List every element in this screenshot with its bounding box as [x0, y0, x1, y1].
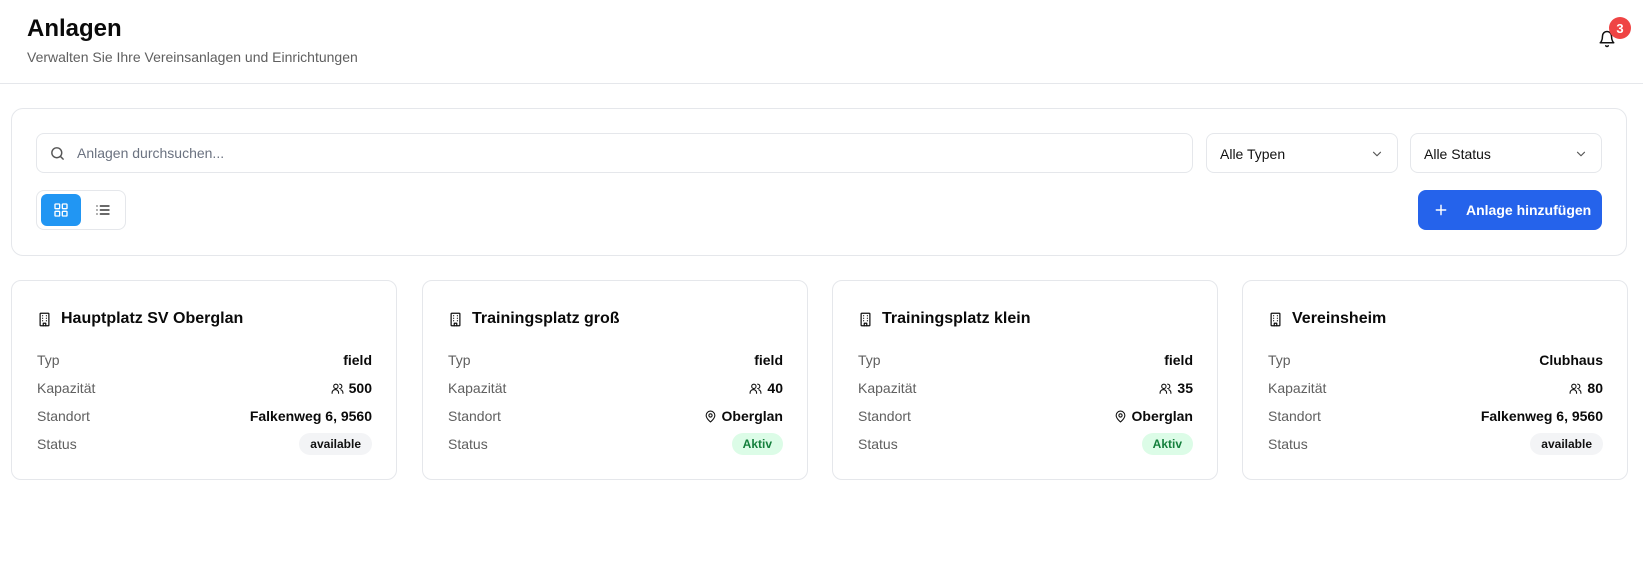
users-icon — [1159, 383, 1172, 394]
type-filter-value: Alle Typen — [1220, 146, 1286, 162]
facility-capacity: 40 — [767, 380, 783, 396]
list-view-button[interactable] — [83, 194, 123, 226]
location-label: Standort — [1268, 408, 1321, 424]
facility-card[interactable]: Hauptplatz SV Oberglan Typ field Kapazitä… — [11, 280, 397, 480]
facility-location: Falkenweg 6, 9560 — [1480, 408, 1603, 424]
search-box[interactable] — [36, 133, 1193, 173]
type-filter-select[interactable]: Alle Typen — [1206, 133, 1398, 173]
map-pin-icon — [1115, 410, 1125, 423]
type-label: Typ — [858, 352, 881, 368]
facility-capacity: 35 — [1177, 380, 1193, 396]
search-input[interactable] — [77, 134, 1177, 172]
facility-card[interactable]: Trainingsplatz groß Typ field Kapazität 40… — [422, 280, 808, 480]
capacity-label: Kapazität — [37, 380, 96, 396]
status-label: Status — [448, 436, 488, 452]
capacity-label: Kapazität — [1268, 380, 1327, 396]
facility-type: field — [1164, 352, 1193, 368]
page-header: Anlagen Verwalten Sie Ihre Vereinsanlage… — [0, 0, 1643, 84]
grid-icon — [54, 203, 68, 217]
capacity-label: Kapazität — [858, 380, 917, 396]
chevron-down-icon — [1576, 151, 1586, 157]
notification-count-badge: 3 — [1609, 17, 1631, 39]
location-label: Standort — [37, 408, 90, 424]
map-pin-icon — [705, 410, 715, 423]
capacity-label: Kapazität — [448, 380, 507, 396]
facility-type: field — [754, 352, 783, 368]
status-badge: Aktiv — [731, 433, 783, 455]
users-icon — [749, 383, 762, 394]
users-icon — [1569, 383, 1582, 394]
add-facility-label: Anlage hinzufügen — [1466, 202, 1592, 218]
status-badge: available — [299, 433, 372, 455]
add-facility-button[interactable]: Anlage hinzufügen — [1418, 190, 1602, 230]
view-mode-toggle — [36, 190, 126, 230]
grid-view-button[interactable] — [41, 194, 81, 226]
users-icon — [331, 383, 344, 394]
search-icon — [51, 147, 64, 160]
filter-panel — [11, 108, 1627, 256]
list-icon — [96, 205, 110, 215]
page-subtitle: Verwalten Sie Ihre Vereinsanlagen und Ei… — [27, 49, 358, 65]
type-label: Typ — [448, 352, 471, 368]
facility-card[interactable]: Vereinsheim Typ Clubhaus Kapazität 80 Stan… — [1242, 280, 1628, 480]
status-label: Status — [37, 436, 77, 452]
building-icon — [450, 312, 461, 326]
facility-location: Falkenweg 6, 9560 — [249, 408, 372, 424]
type-label: Typ — [37, 352, 60, 368]
facility-name: Hauptplatz SV Oberglan — [61, 310, 244, 327]
location-label: Standort — [448, 408, 501, 424]
facility-capacity: 80 — [1587, 380, 1603, 396]
facility-type: field — [343, 352, 372, 368]
status-label: Status — [1268, 436, 1308, 452]
facility-name: Trainingsplatz klein — [882, 310, 1031, 327]
status-filter-value: Alle Status — [1424, 146, 1491, 162]
facility-location: Oberglan — [721, 408, 783, 424]
status-badge: Aktiv — [1141, 433, 1193, 455]
status-filter-select[interactable]: Alle Status — [1410, 133, 1602, 173]
building-icon — [860, 312, 871, 326]
building-icon — [1270, 312, 1281, 326]
page-title: Anlagen — [27, 15, 122, 42]
chevron-down-icon — [1372, 151, 1382, 157]
location-label: Standort — [858, 408, 911, 424]
building-icon — [39, 312, 50, 326]
facility-location: Oberglan — [1131, 408, 1193, 424]
facility-name: Vereinsheim — [1292, 310, 1387, 327]
type-label: Typ — [1268, 352, 1291, 368]
plus-icon — [1435, 204, 1447, 216]
status-label: Status — [858, 436, 898, 452]
facility-card[interactable]: Trainingsplatz klein Typ field Kapazität 3… — [832, 280, 1218, 480]
status-badge: available — [1530, 433, 1603, 455]
facility-name: Trainingsplatz groß — [472, 310, 620, 327]
facility-type: Clubhaus — [1539, 352, 1603, 368]
facility-capacity: 500 — [348, 380, 372, 396]
